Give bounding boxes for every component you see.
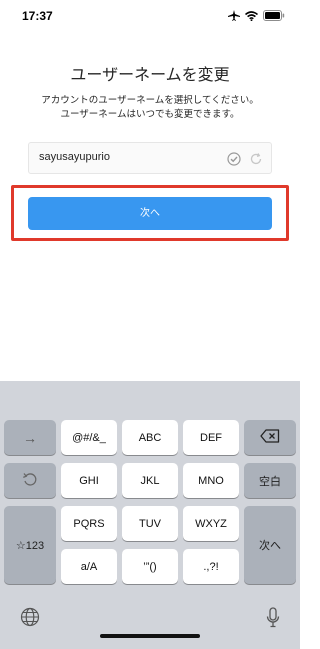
- key-row4-3[interactable]: .,?!: [183, 549, 239, 584]
- key-backspace[interactable]: [244, 420, 296, 455]
- key-row3-1[interactable]: PQRS: [61, 506, 117, 541]
- username-input[interactable]: sayusayupurio: [39, 151, 110, 163]
- key-row1-2[interactable]: ABC: [122, 420, 178, 455]
- key-arrow-right[interactable]: →: [4, 420, 56, 455]
- key-symbols[interactable]: ☆123: [4, 506, 56, 584]
- key-row4-2[interactable]: ’”(): [122, 549, 178, 584]
- key-space[interactable]: 空白: [244, 463, 296, 498]
- page-title: ユーザーネームを変更: [70, 65, 230, 84]
- keyboard-bottom-bar: [0, 601, 300, 649]
- key-next[interactable]: 次へ: [244, 506, 296, 584]
- status-bar: 17:37: [0, 0, 300, 34]
- key-undo[interactable]: [4, 463, 56, 498]
- arrow-right-icon: →: [23, 429, 37, 446]
- key-row2-2[interactable]: JKL: [122, 463, 178, 498]
- key-row4-1[interactable]: a/A: [61, 549, 117, 584]
- mic-icon[interactable]: [266, 607, 280, 633]
- key-row3-3[interactable]: WXYZ: [183, 506, 239, 541]
- undo-icon: [22, 471, 38, 490]
- airplane-icon: [228, 10, 240, 21]
- description-line-1: アカウントのユーザーネームを選択してください。: [41, 95, 259, 106]
- username-field[interactable]: sayusayupurio: [28, 142, 272, 174]
- key-row3-2[interactable]: TUV: [122, 506, 178, 541]
- battery-icon: [263, 10, 285, 21]
- key-row2-3[interactable]: MNO: [183, 463, 239, 498]
- description-line-2: ユーザーネームはいつでも変更できます。: [60, 109, 240, 120]
- refresh-icon[interactable]: [249, 151, 263, 170]
- backspace-icon: [260, 429, 280, 446]
- key-row2-1[interactable]: GHI: [61, 463, 117, 498]
- globe-icon[interactable]: [20, 607, 40, 631]
- status-icons: [228, 10, 285, 21]
- next-button[interactable]: 次へ: [28, 197, 272, 230]
- page-description: アカウントのユーザーネームを選択してください。 ユーザーネームはいつでも変更でき…: [0, 94, 300, 122]
- home-indicator: [100, 634, 200, 638]
- check-icon: [227, 151, 241, 170]
- status-time: 17:37: [22, 9, 53, 23]
- key-row1-1[interactable]: @#/&_: [61, 420, 117, 455]
- key-row1-3[interactable]: DEF: [183, 420, 239, 455]
- wifi-icon: [245, 10, 258, 21]
